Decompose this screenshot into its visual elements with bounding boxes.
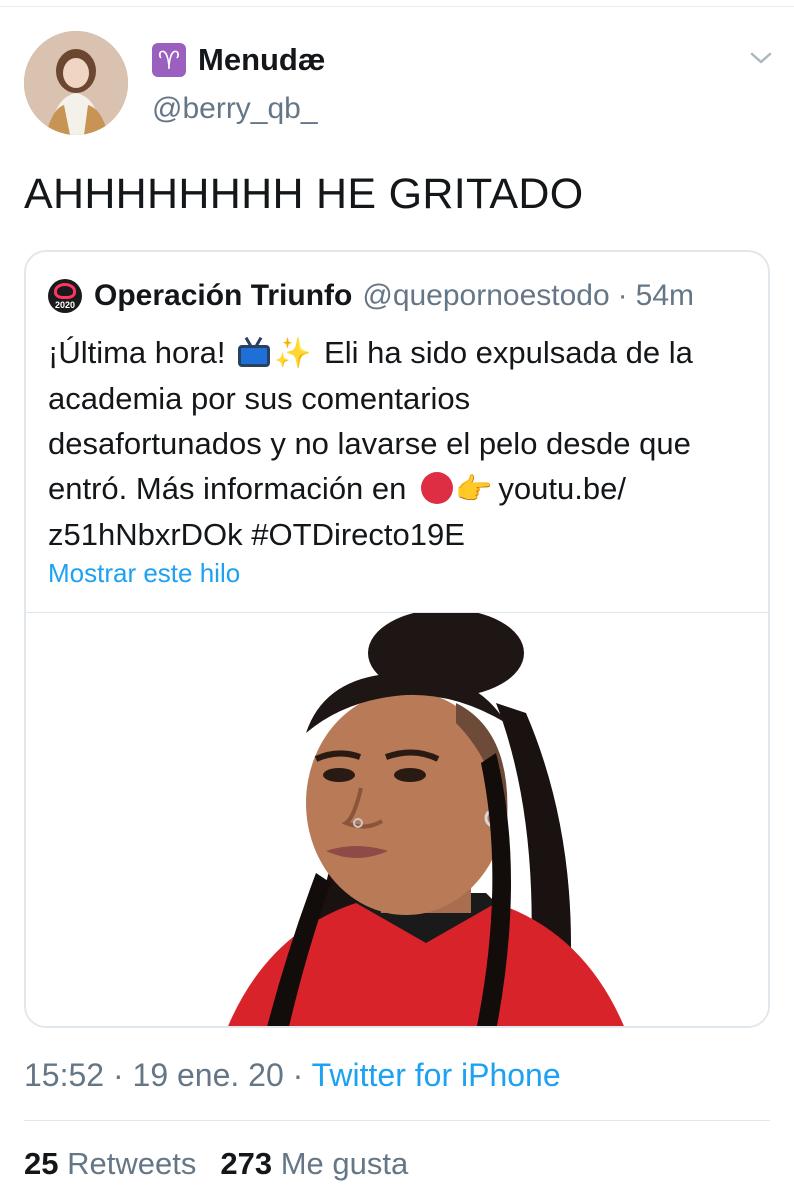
quoted-tweet-card[interactable]: 2020 Operación Triunfo @quepornoestodo ·…	[24, 250, 770, 1028]
red-circle-icon	[421, 472, 454, 504]
avatar-photo	[24, 31, 128, 135]
aries-icon: ♈	[152, 43, 186, 77]
portrait-photo	[26, 613, 768, 1026]
quoted-line-4-start: entró. Más información en	[48, 471, 407, 506]
tweet-date[interactable]: 19 ene. 20	[133, 1057, 284, 1093]
top-divider	[0, 6, 794, 7]
quoted-timestamp[interactable]: 54m	[636, 279, 694, 313]
quoted-tweet-text: ¡Última hora! ✨ Eli ha sido expulsada de…	[48, 330, 748, 557]
quoted-tweet-image[interactable]	[26, 612, 768, 1026]
meta-separator-1: ·	[112, 1057, 124, 1093]
quoted-line-1: ¡Última hora! ✨ Eli ha sido expulsada de…	[48, 330, 748, 376]
ot-logo-ring	[54, 283, 76, 299]
tweet-source-link[interactable]: Twitter for iPhone	[312, 1057, 561, 1093]
quoted-display-name[interactable]: Operación Triunfo	[94, 279, 352, 313]
pointing-hand-icon: 👉	[455, 473, 493, 506]
likes-count: 273	[220, 1146, 273, 1181]
quoted-line-5: z51hNbxrDOk #OTDirecto19E	[48, 517, 465, 552]
likes-stat[interactable]: 273 Me gusta	[220, 1146, 408, 1181]
quoted-line-3: desafortunados y no lavarse el pelo desd…	[48, 426, 691, 461]
ot-logo-year: 2020	[54, 300, 76, 310]
retweets-label: Retweets	[67, 1146, 197, 1181]
author-handle[interactable]: @berry_qb_	[152, 92, 318, 126]
quoted-line-4: entró. Más información en 👉 youtu.be/	[48, 466, 748, 512]
author-display-name[interactable]: Menudæ	[198, 42, 325, 78]
tweet-meta: 15:52 · 19 ene. 20 · Twitter for iPhone	[24, 1057, 561, 1094]
author-name-row[interactable]: ♈ Menudæ	[152, 40, 325, 80]
tweet-text: AHHHHHHHH HE GRITADO	[24, 170, 584, 218]
show-thread-link[interactable]: Mostrar este hilo	[48, 558, 240, 589]
quoted-handle[interactable]: @quepornoestodo	[362, 279, 609, 313]
chevron-down-icon[interactable]	[748, 48, 774, 68]
meta-separator-2: ·	[292, 1057, 304, 1093]
tv-icon	[236, 336, 272, 367]
author-avatar[interactable]	[24, 31, 128, 135]
quoted-line-1-end: Eli ha sido expulsada de la	[324, 335, 693, 370]
likes-label: Me gusta	[280, 1146, 409, 1181]
ot-logo-avatar[interactable]: 2020	[48, 279, 82, 313]
tweet-time[interactable]: 15:52	[24, 1057, 104, 1093]
quoted-separator: ·	[617, 279, 628, 312]
retweets-stat[interactable]: 25 Retweets	[24, 1146, 196, 1181]
retweets-count: 25	[24, 1146, 59, 1181]
sparkles-icon: ✨	[274, 337, 312, 370]
quoted-tweet-header: 2020 Operación Triunfo @quepornoestodo ·…	[48, 278, 694, 314]
quoted-line-4-end: youtu.be/	[498, 471, 626, 506]
quoted-line-1-start: ¡Última hora!	[48, 335, 226, 370]
tweet-stats: 25 Retweets 273 Me gusta	[24, 1146, 408, 1182]
quoted-line-2: academia por sus comentarios	[48, 381, 471, 416]
stats-divider	[24, 1120, 770, 1121]
